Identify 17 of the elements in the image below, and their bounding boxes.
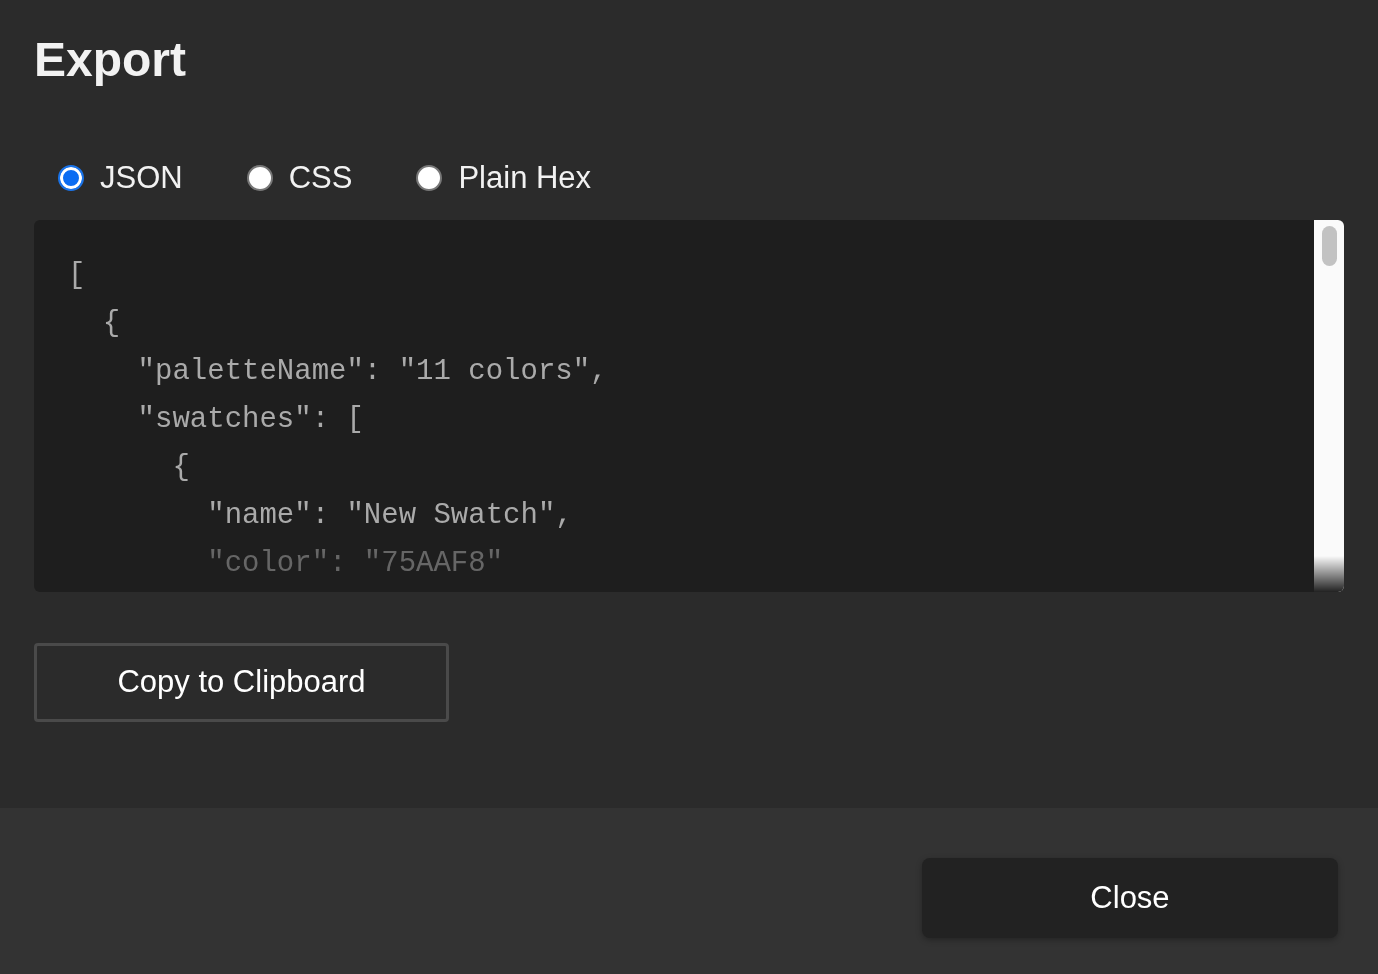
- code-line: {: [171, 450, 191, 486]
- code-line: "color": "75AAF8": [206, 546, 505, 582]
- close-button[interactable]: Close: [922, 858, 1338, 938]
- code-line: {: [101, 306, 122, 342]
- radio-button[interactable]: [246, 165, 273, 191]
- code-line: "name": "New Swatch",: [206, 498, 574, 534]
- radio-button[interactable]: [416, 165, 443, 191]
- radio-label[interactable]: CSS: [288, 154, 353, 202]
- scrollbar[interactable]: [1314, 220, 1344, 592]
- radio-label[interactable]: JSON: [100, 154, 183, 202]
- copy-button[interactable]: Copy to Clipboard: [34, 643, 449, 722]
- radio-button[interactable]: [58, 165, 84, 191]
- dialog-title: Export: [34, 32, 187, 88]
- code-line: "paletteName": "11 colors",: [136, 354, 609, 390]
- code-line: [: [68, 258, 87, 294]
- code-line: "swatches": [: [136, 402, 365, 438]
- radio-label[interactable]: Plain Hex: [458, 154, 592, 202]
